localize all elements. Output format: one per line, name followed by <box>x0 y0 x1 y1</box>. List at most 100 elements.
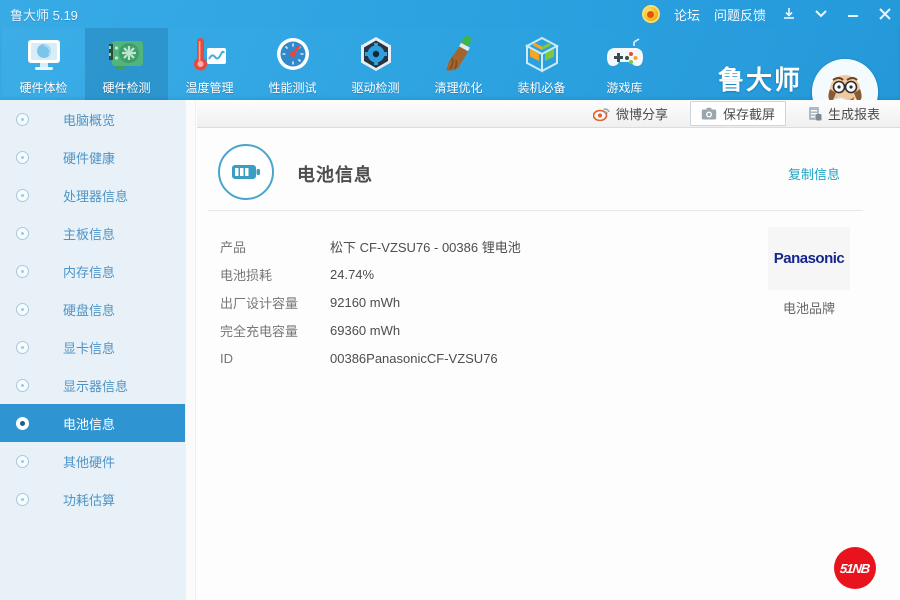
toolbar-item-label: 清理优化 <box>434 81 483 95</box>
weibo-share-button[interactable]: 微博分享 <box>592 104 668 123</box>
brush-icon <box>437 33 481 77</box>
action-bar: 微博分享 保存截屏 生成报表 <box>197 100 900 128</box>
toolbar-item-games[interactable]: 游戏库 <box>583 28 666 100</box>
sidebar-item-label: 显示器信息 <box>63 378 129 394</box>
radio-dot-icon <box>16 302 29 316</box>
row-value: 松下 CF-VZSU76 - 00386 锂电池 <box>330 239 521 255</box>
row-value: 24.74% <box>330 266 375 282</box>
weibo-share-label: 微博分享 <box>615 107 668 122</box>
radio-dot-icon <box>16 378 29 392</box>
radio-dot-icon <box>16 264 29 278</box>
feedback-link[interactable]: 问题反馈 <box>714 5 766 24</box>
radio-dot-icon <box>16 340 29 354</box>
sidebar-item-power-estimate[interactable]: 功耗估算 <box>0 480 185 518</box>
toolbar-item-label: 硬件体检 <box>19 81 68 95</box>
toolbar-item-label: 硬件检测 <box>102 81 151 95</box>
report-document-icon <box>808 107 822 121</box>
battery-brand-logo-box: Panasonic <box>768 227 850 290</box>
sidebar-item-cpu-info[interactable]: 处理器信息 <box>0 176 185 214</box>
page-title: 电池信息 <box>297 165 373 185</box>
gpu-card-icon <box>105 33 149 77</box>
row-label: 完全充电容量 <box>220 323 299 339</box>
toolbar-item-label: 驱动检测 <box>351 81 400 95</box>
close-icon[interactable] <box>876 5 894 23</box>
radio-dot-icon <box>16 188 29 202</box>
radio-dot-icon <box>16 454 29 468</box>
sidebar-item-label: 内存信息 <box>63 264 116 280</box>
gamepad-icon <box>603 33 647 77</box>
sidebar-scrollbar[interactable] <box>185 100 196 600</box>
row-label: 产品 <box>220 239 247 255</box>
sidebar-item-other-hardware[interactable]: 其他硬件 <box>0 442 185 480</box>
medal-icon[interactable] <box>641 5 660 23</box>
toolbar-item-cleanup[interactable]: 清理优化 <box>417 28 500 100</box>
main-toolbar: 硬件体检 硬件检测 温度管理 性能测试 驱动检测 清理优化 装机必备 游戏库 鲁… <box>0 28 900 125</box>
row-value: 69360 mWh <box>330 322 401 338</box>
sidebar-item-label: 显卡信息 <box>63 340 116 356</box>
copy-info-link[interactable]: 复制信息 <box>788 164 840 183</box>
toolbar-item-hardware-checkup[interactable]: 硬件体检 <box>2 28 85 100</box>
sidebar-item-battery-info[interactable]: 电池信息 <box>0 404 185 442</box>
watermark-text: 51NB <box>839 560 871 576</box>
skin-download-icon[interactable] <box>780 5 798 23</box>
sidebar-item-label: 电脑概览 <box>63 112 116 128</box>
toolbar-item-hardware-detect[interactable]: 硬件检测 <box>85 28 168 100</box>
sidebar-item-disk-info[interactable]: 硬盘信息 <box>0 290 185 328</box>
sidebar-item-label: 其他硬件 <box>63 454 116 470</box>
sidebar-item-computer-overview[interactable]: 电脑概览 <box>0 100 185 138</box>
save-screenshot-button[interactable]: 保存截屏 <box>689 101 786 126</box>
generate-report-button[interactable]: 生成报表 <box>808 104 880 123</box>
sidebar-item-label: 电池信息 <box>63 416 116 432</box>
toolbar-item-label: 装机必备 <box>517 81 566 95</box>
sidebar-item-label: 处理器信息 <box>63 188 129 204</box>
cube-icon <box>520 33 564 77</box>
sidebar-item-label: 主板信息 <box>63 226 116 242</box>
gauge-icon <box>271 33 315 77</box>
forum-link[interactable]: 论坛 <box>674 5 700 24</box>
battery-icon <box>232 165 260 179</box>
battery-info-table: 产品 松下 CF-VZSU76 - 00386 锂电池 电池损耗 24.74% … <box>220 232 521 372</box>
radio-dot-icon <box>16 150 29 164</box>
battery-brand-caption: 电池品牌 <box>782 301 835 316</box>
monitor-checkup-icon <box>22 33 66 77</box>
toolbar-item-driver[interactable]: 驱动检测 <box>334 28 417 100</box>
sidebar-item-gpu-info[interactable]: 显卡信息 <box>0 328 185 366</box>
51nb-watermark-logo: 51NB <box>834 547 876 589</box>
radio-dot-icon <box>16 112 29 126</box>
table-row: 电池损耗 24.74% <box>220 260 521 288</box>
toolbar-item-essentials[interactable]: 装机必备 <box>500 28 583 100</box>
radio-dot-icon <box>16 492 29 506</box>
minimize-icon[interactable] <box>844 5 862 23</box>
toolbar-item-temperature[interactable]: 温度管理 <box>168 28 251 100</box>
radio-dot-icon <box>16 226 29 240</box>
menu-dropdown-icon[interactable] <box>812 5 830 23</box>
weibo-icon <box>592 108 610 121</box>
row-label: 电池损耗 <box>220 267 273 283</box>
camera-icon <box>701 107 717 120</box>
battery-circle-badge <box>218 144 274 200</box>
brand-name: 鲁大师 <box>717 65 802 95</box>
sidebar-item-memory-info[interactable]: 内存信息 <box>0 252 185 290</box>
sidebar-item-hardware-health[interactable]: 硬件健康 <box>0 138 185 176</box>
table-row: 出厂设计容量 92160 mWh <box>220 288 521 316</box>
save-screenshot-label: 保存截屏 <box>722 107 775 122</box>
table-row: ID 00386PanasonicCF-VZSU76 <box>220 344 521 372</box>
thermometer-chart-icon <box>188 33 232 77</box>
row-value: 00386PanasonicCF-VZSU76 <box>330 350 498 366</box>
toolbar-item-benchmark[interactable]: 性能测试 <box>251 28 334 100</box>
toolbar-item-label: 温度管理 <box>185 81 234 95</box>
battery-info-panel: 电池信息 复制信息 产品 松下 CF-VZSU76 - 00386 锂电池 电池… <box>197 128 900 600</box>
sidebar-item-label: 硬盘信息 <box>63 302 116 318</box>
toolbar-item-label: 性能测试 <box>268 81 317 95</box>
panasonic-logo: Panasonic <box>773 250 845 267</box>
header-divider <box>208 210 863 211</box>
sidebar-nav: 电脑概览 硬件健康 处理器信息 主板信息 内存信息 硬盘信息 显卡信息 显示器信… <box>0 100 185 600</box>
title-bar: 鲁大师 5.19 论坛 问题反馈 <box>0 0 900 28</box>
generate-report-label: 生成报表 <box>827 107 880 122</box>
sidebar-item-motherboard-info[interactable]: 主板信息 <box>0 214 185 252</box>
app-title: 鲁大师 5.19 <box>10 7 78 23</box>
row-label: 出厂设计容量 <box>220 295 299 311</box>
row-value: 92160 mWh <box>330 294 401 310</box>
row-label: ID <box>220 350 233 366</box>
sidebar-item-display-info[interactable]: 显示器信息 <box>0 366 185 404</box>
